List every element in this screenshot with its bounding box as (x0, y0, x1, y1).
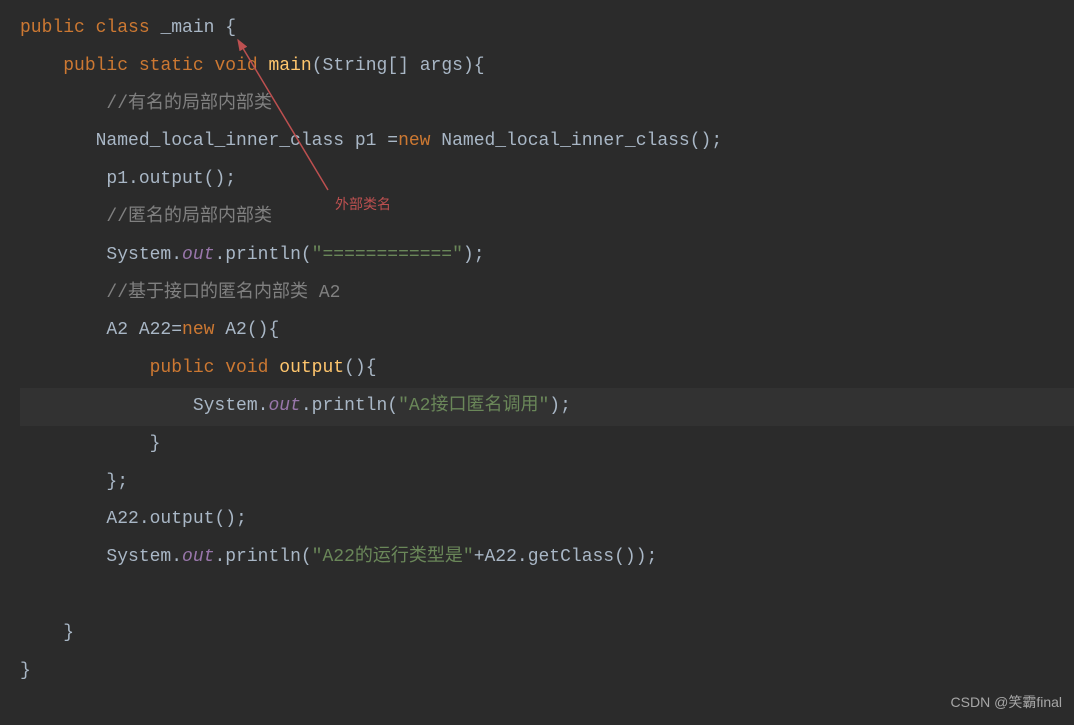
brace: { (225, 18, 236, 38)
method-name: main (269, 56, 312, 76)
code-line: System.out.println("A22的运行类型是"+A22.getCl… (20, 539, 1074, 577)
method-call: .println( (214, 547, 311, 567)
method-call: .println( (214, 245, 311, 265)
code-line: System.out.println("============"); (20, 237, 1074, 275)
string-literal: "A22的运行类型是" (312, 547, 474, 567)
code-line: Named_local_inner_class p1 =new Named_lo… (20, 123, 1074, 161)
code-line: } (20, 653, 1074, 691)
code-line: } (20, 615, 1074, 653)
code-text: Named_local_inner_class p1 = (96, 131, 398, 151)
keyword-public: public (63, 56, 128, 76)
code-text: +A22.getClass()); (474, 547, 658, 567)
keyword-class: class (96, 18, 150, 38)
code-line: public void output(){ (20, 350, 1074, 388)
method-name: output (279, 358, 344, 378)
string-literal: "============" (312, 245, 463, 265)
code-text: A2 A22= (106, 320, 182, 340)
keyword-new: new (182, 320, 214, 340)
code-line: //匿名的局部内部类 (20, 199, 1074, 237)
comment: //匿名的局部内部类 (96, 207, 272, 227)
code-line: A2 A22=new A2(){ (20, 312, 1074, 350)
keyword-public: public (150, 358, 215, 378)
code-editor[interactable]: public class _main { public static void … (0, 10, 1074, 690)
static-field: out (182, 245, 214, 265)
code-text: A22.output(); (106, 509, 246, 529)
params: (String[] args){ (312, 56, 485, 76)
params: (){ (344, 358, 376, 378)
annotation-label: 外部类名 (335, 190, 391, 219)
code-text: ); (549, 396, 571, 416)
comment: //有名的局部内部类 (106, 94, 272, 114)
code-text: ); (463, 245, 485, 265)
code-text: System. (193, 396, 269, 416)
comment: //基于接口的匿名内部类 A2 (106, 283, 340, 303)
code-line-highlighted: System.out.println("A2接口匿名调用"); (20, 388, 1074, 426)
code-line: public class _main { (20, 10, 1074, 48)
code-text: System. (96, 245, 182, 265)
code-text: System. (106, 547, 182, 567)
brace: }; (106, 472, 128, 492)
code-line: } (20, 426, 1074, 464)
code-line: //有名的局部内部类 (20, 86, 1074, 124)
keyword-static: static (139, 56, 204, 76)
watermark-text: CSDN @笑霸final (951, 688, 1062, 717)
keyword-void: void (214, 56, 257, 76)
brace: } (20, 661, 31, 681)
keyword-void: void (225, 358, 268, 378)
keyword-public: public (20, 18, 85, 38)
method-call: .println( (301, 396, 398, 416)
code-text: p1.output(); (96, 169, 236, 189)
code-line: public static void main(String[] args){ (20, 48, 1074, 86)
code-line: //基于接口的匿名内部类 A2 (20, 275, 1074, 313)
code-line: A22.output(); (20, 501, 1074, 539)
static-field: out (268, 396, 300, 416)
code-line (20, 577, 1074, 615)
code-text: Named_local_inner_class(); (430, 131, 722, 151)
code-text: A2(){ (214, 320, 279, 340)
code-line: }; (20, 464, 1074, 502)
keyword-new: new (398, 131, 430, 151)
brace: } (150, 434, 161, 454)
code-line: p1.output(); (20, 161, 1074, 199)
string-literal: "A2接口匿名调用" (398, 396, 549, 416)
class-name: _main (160, 18, 214, 38)
brace: } (63, 623, 74, 643)
static-field: out (182, 547, 214, 567)
